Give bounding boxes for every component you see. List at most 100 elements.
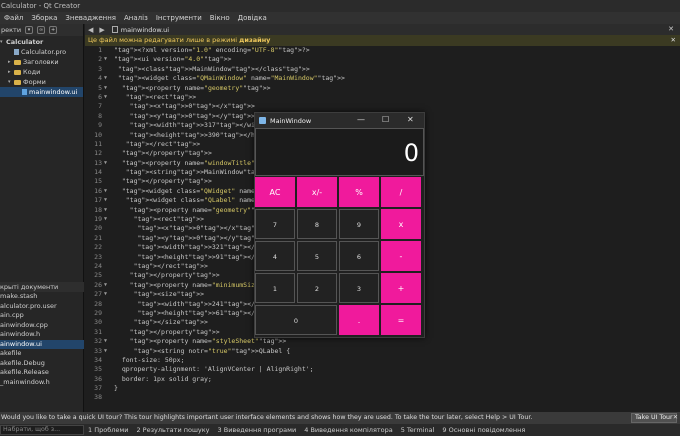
code-text: border: 1px solid gray; xyxy=(114,374,212,383)
link-icon[interactable]: ∞ xyxy=(37,26,46,34)
pane-issues[interactable]: 1 Проблеми xyxy=(84,426,132,434)
fold-marker-icon[interactable]: ▼ xyxy=(104,55,107,64)
calc-key-divide[interactable]: / xyxy=(381,177,421,207)
line-number: 31 xyxy=(94,327,102,336)
calc-key-subtract[interactable]: - xyxy=(381,241,421,271)
fold-marker-icon[interactable]: ▼ xyxy=(104,196,107,205)
menu-help[interactable]: Довідка xyxy=(234,14,271,22)
close-icon[interactable]: ✕ xyxy=(407,115,414,124)
calc-key-4[interactable]: 4 xyxy=(255,241,295,271)
tree-item[interactable]: ▾ Calculator xyxy=(0,37,83,47)
code-text: "tag"><widget class="QWidget" name=" xyxy=(121,186,263,195)
fold-marker-icon[interactable]: ▼ xyxy=(104,337,107,346)
calc-key-0[interactable]: 0 xyxy=(255,305,337,335)
line-number: 8 xyxy=(98,111,102,120)
code-text: } xyxy=(114,384,118,393)
open-document-item[interactable]: akefile.Debug xyxy=(0,359,84,369)
menu-window[interactable]: Вікно xyxy=(206,14,234,22)
pane-terminal[interactable]: 5 Terminal xyxy=(397,426,439,434)
locator-input[interactable]: Набрати, щоб з... xyxy=(0,425,84,435)
calc-key-2[interactable]: 2 xyxy=(297,273,337,303)
calc-key-add[interactable]: + xyxy=(381,273,421,303)
open-document-item[interactable]: ain.cpp xyxy=(0,311,84,321)
open-document-item[interactable]: _mainwindow.h xyxy=(0,378,84,388)
add-split-icon[interactable]: + xyxy=(49,26,58,34)
open-document-item[interactable]: ainwindow.cpp xyxy=(0,321,84,331)
filter-icon[interactable]: ▾ xyxy=(25,26,34,34)
open-document-item[interactable]: akefile.Release xyxy=(0,368,84,378)
fold-marker-icon[interactable]: ▼ xyxy=(104,93,107,102)
tree-item[interactable]: ▸ Заголовки xyxy=(0,57,83,67)
pane-search-results[interactable]: 2 Результати пошуку xyxy=(132,426,213,434)
menu-build[interactable]: Зборка xyxy=(27,14,61,22)
fold-marker-icon[interactable]: ▼ xyxy=(104,206,107,215)
tree-item[interactable]: mainwindow.ui xyxy=(0,87,83,97)
pane-general-messages[interactable]: 9 Основні повідомлення xyxy=(438,426,529,434)
open-document-item[interactable]: ainwindow.h xyxy=(0,330,84,340)
tree-item[interactable]: ▾ Форми xyxy=(0,77,83,87)
line-number: 33 xyxy=(94,346,102,355)
fold-marker-icon[interactable]: ▼ xyxy=(104,215,107,224)
fold-marker-icon[interactable]: ▼ xyxy=(104,347,107,356)
calc-key-multiply[interactable]: x xyxy=(381,209,421,239)
fold-marker-icon[interactable]: ▼ xyxy=(104,187,107,196)
close-icon[interactable]: ✕ xyxy=(671,35,676,46)
pane-application-output[interactable]: 3 Виведення програми xyxy=(214,426,301,434)
calc-key-decimal[interactable]: . xyxy=(339,305,379,335)
forward-icon[interactable]: ▶ xyxy=(96,26,107,34)
projects-label[interactable]: ректи xyxy=(1,26,21,34)
menu-file[interactable]: Файл xyxy=(0,14,27,22)
minimize-icon[interactable]: — xyxy=(357,115,365,124)
calc-key-5[interactable]: 5 xyxy=(297,241,337,271)
back-icon[interactable]: ◀ xyxy=(85,26,96,34)
open-document-item[interactable]: alculator.pro.user xyxy=(0,302,84,312)
calc-key-percent[interactable]: % xyxy=(339,177,379,207)
calc-key-clear[interactable]: AC xyxy=(255,177,295,207)
code-text: "tag"><y"tag">>0"tag"></y"tag">> xyxy=(129,111,255,120)
menu-tools[interactable]: Інструменти xyxy=(152,14,206,22)
tree-item[interactable]: Calculator.pro xyxy=(0,47,83,57)
project-sidebar: ректи ▾ ∞ + ▾ Calculator Calculator.pro ▸ За… xyxy=(0,24,84,424)
line-number: 17 xyxy=(94,196,102,205)
file-icon xyxy=(14,49,19,55)
maximize-icon[interactable]: ☐ xyxy=(382,115,389,124)
code-line: 35 qproperty-alignment: 'AlignVCenter | … xyxy=(85,365,680,374)
tab-mainwindow-ui[interactable]: mainwindow.ui xyxy=(108,26,169,34)
line-number: 27 xyxy=(94,290,102,299)
code-line: 4 ▼ "tag"><widget class="QMainWindow" nam… xyxy=(85,74,680,83)
code-text: font-size: 50px; xyxy=(114,355,185,364)
calc-key-9[interactable]: 9 xyxy=(339,209,379,239)
close-icon[interactable]: ✕ xyxy=(668,25,674,33)
menu-debug[interactable]: Зневадження xyxy=(61,14,120,22)
calc-key-3[interactable]: 3 xyxy=(339,273,379,303)
calc-key-equals[interactable]: = xyxy=(381,305,421,335)
close-icon[interactable]: ✕ xyxy=(673,412,678,424)
calc-key-7[interactable]: 7 xyxy=(255,209,295,239)
fold-marker-icon[interactable]: ▼ xyxy=(104,290,107,299)
fold-marker-icon[interactable]: ▼ xyxy=(104,74,107,83)
line-number: 37 xyxy=(94,384,102,393)
take-ui-tour-button[interactable]: Take UI Tour xyxy=(631,413,677,423)
calc-key-8[interactable]: 8 xyxy=(297,209,337,239)
pane-compile-output[interactable]: 4 Виведення компілятора xyxy=(300,426,396,434)
fold-marker-icon[interactable]: ▼ xyxy=(104,159,107,168)
open-document-item[interactable]: ainwindow.ui xyxy=(0,339,84,349)
calc-key-negate[interactable]: x/- xyxy=(297,177,337,207)
calc-key-1[interactable]: 1 xyxy=(255,273,295,303)
fold-marker-icon[interactable]: ▼ xyxy=(104,84,107,93)
code-line: 33 ▼ "tag"><string notr="true""tag">>QLab… xyxy=(85,347,680,356)
open-document-item[interactable]: make.stash xyxy=(0,292,84,302)
line-number: 38 xyxy=(94,393,102,402)
fold-marker-icon[interactable]: ▼ xyxy=(104,281,107,290)
calc-key-6[interactable]: 6 xyxy=(339,241,379,271)
menu-analyze[interactable]: Аналіз xyxy=(120,14,152,22)
line-number: 22 xyxy=(94,243,102,252)
tree-item[interactable]: ▸ Коди xyxy=(0,67,83,77)
code-text: "tag"><widget class="QMainWindow" name="… xyxy=(117,74,345,83)
tree-item-label: Calculator.pro xyxy=(21,48,67,56)
project-tree: ▾ Calculator Calculator.pro ▸ Заголовки ▸ Коди… xyxy=(0,36,83,97)
code-text: "tag"></property"tag">> xyxy=(129,327,220,336)
code-text: "tag"><?xml version="1.0" encoding="UTF-… xyxy=(114,46,310,54)
open-document-item[interactable]: akefile xyxy=(0,349,84,359)
code-text: "tag"><widget class="QLabel" name=" xyxy=(125,196,263,205)
